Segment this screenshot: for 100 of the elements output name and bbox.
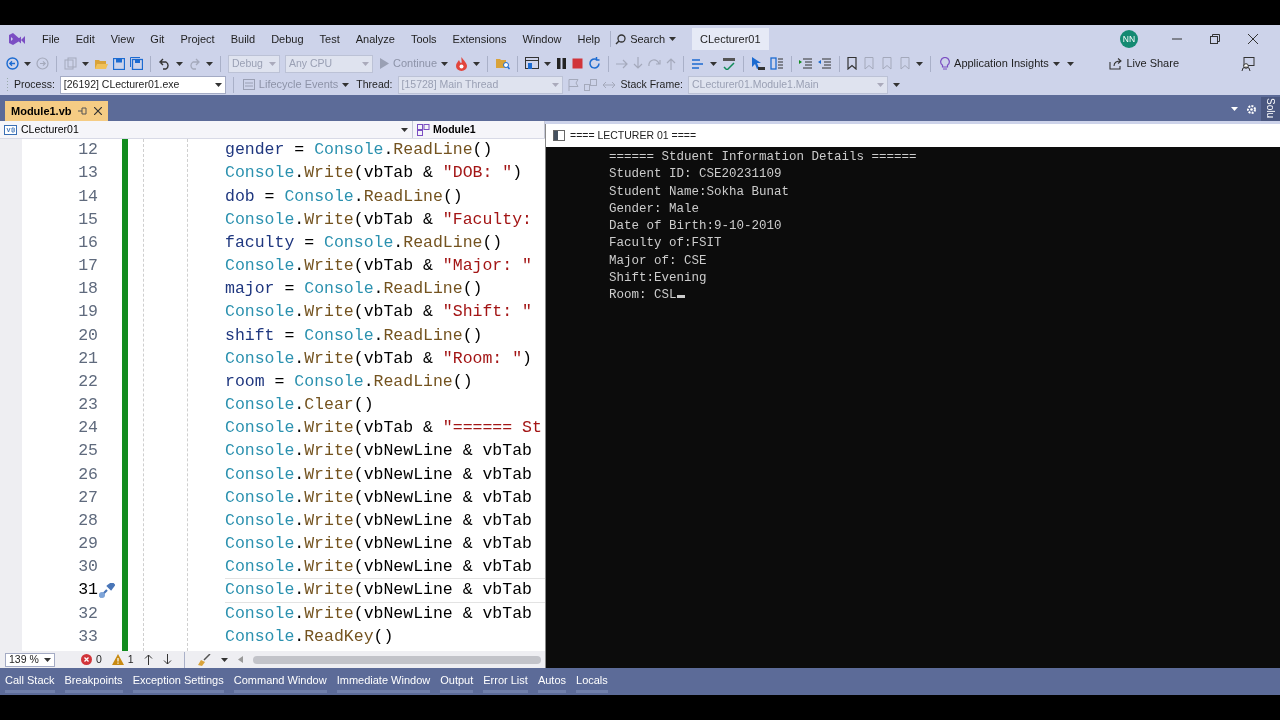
outdent-icon[interactable] bbox=[818, 57, 833, 70]
gear-icon[interactable] bbox=[1246, 103, 1257, 115]
application-insights-button[interactable]: Application Insights bbox=[938, 55, 1062, 72]
code-line: Console.Write(vbTab & "Major: " bbox=[225, 255, 533, 278]
menu-item[interactable]: File bbox=[34, 28, 68, 50]
tool-window-tab[interactable]: Autos bbox=[537, 670, 566, 693]
caret-icon[interactable] bbox=[206, 61, 213, 66]
side-panel-tab[interactable]: Solu bbox=[1261, 97, 1280, 121]
line-number: 13 bbox=[77, 162, 98, 185]
caret-icon[interactable] bbox=[1231, 107, 1238, 111]
menu-item[interactable]: Build bbox=[222, 28, 264, 50]
user-avatar[interactable]: NN bbox=[1120, 30, 1138, 48]
line-number: 20 bbox=[77, 324, 98, 347]
flame-icon[interactable] bbox=[455, 56, 469, 71]
console-line: Room: CSL bbox=[609, 287, 1280, 305]
code-line: Console.Write(vbTab & "Shift: " bbox=[225, 301, 533, 324]
close-icon[interactable] bbox=[93, 107, 102, 115]
line-number: 30 bbox=[77, 556, 98, 579]
solution-title: CLecturer01 bbox=[692, 27, 769, 51]
line-number: 22 bbox=[77, 370, 98, 393]
caret-icon[interactable] bbox=[544, 61, 552, 66]
caret-icon[interactable] bbox=[916, 61, 924, 66]
caret-icon[interactable] bbox=[473, 61, 481, 66]
folder-search-icon[interactable] bbox=[495, 57, 511, 70]
menu-item[interactable]: Tools bbox=[402, 28, 445, 50]
tool-window-tab[interactable]: Command Window bbox=[233, 670, 327, 693]
process-dropdown[interactable]: [26192] CLecturer01.exe bbox=[59, 75, 226, 94]
code-line: Console.Write(vbNewLine & vbTab bbox=[225, 463, 533, 486]
caret-icon[interactable] bbox=[176, 61, 183, 66]
caret-icon bbox=[44, 657, 51, 662]
tool-window-tab[interactable]: Exception Settings bbox=[132, 670, 224, 693]
undo-icon[interactable] bbox=[158, 57, 171, 70]
caret-icon[interactable] bbox=[710, 61, 718, 66]
window-icon[interactable] bbox=[525, 57, 540, 70]
save-icon[interactable] bbox=[113, 57, 125, 70]
code-line: Console.Write(vbNewLine & vbTab bbox=[225, 602, 533, 625]
tool-window-tab[interactable]: Output bbox=[440, 670, 474, 693]
tool-window-tab[interactable]: Error List bbox=[483, 670, 528, 693]
restart-icon[interactable] bbox=[588, 57, 602, 70]
brush-icon[interactable] bbox=[196, 653, 211, 666]
line-number: 18 bbox=[77, 278, 98, 301]
spell-check-icon[interactable] bbox=[722, 57, 737, 70]
menu-item[interactable]: Test bbox=[311, 28, 348, 50]
tool-window-tab[interactable]: Call Stack bbox=[5, 670, 55, 693]
menu-item[interactable]: Git bbox=[142, 28, 173, 50]
vb-file-icon bbox=[4, 124, 17, 135]
line-number: 28 bbox=[77, 509, 98, 532]
tool-window-tab[interactable]: Locals bbox=[576, 670, 608, 693]
thread-label: Thread: bbox=[356, 76, 393, 92]
live-share-button[interactable]: Live Share bbox=[1107, 55, 1181, 72]
line-number: 27 bbox=[77, 486, 98, 509]
share-icon bbox=[1109, 57, 1123, 70]
code-line: Console.Write(vbTab & "====== St bbox=[225, 417, 543, 440]
app-logo-icon[interactable] bbox=[8, 31, 26, 47]
console-line: Faculty of:FSIT bbox=[609, 235, 723, 253]
up-arrow-icon[interactable] bbox=[143, 654, 153, 665]
menu-item[interactable]: Project bbox=[172, 28, 223, 50]
caret-icon bbox=[362, 61, 369, 66]
process-label: Process: bbox=[14, 76, 55, 92]
menu-item[interactable]: Debug bbox=[263, 28, 312, 50]
cursor-icon[interactable] bbox=[751, 57, 766, 70]
console-icon bbox=[553, 130, 565, 141]
tool-window-tab[interactable]: Immediate Window bbox=[336, 670, 431, 693]
line-number: 26 bbox=[77, 463, 98, 486]
code-line: Console.Clear() bbox=[225, 394, 375, 417]
line-number: 15 bbox=[77, 208, 98, 231]
document-tab[interactable]: Module1.vb bbox=[5, 101, 108, 121]
down-arrow-icon[interactable] bbox=[162, 654, 172, 665]
caret-icon[interactable] bbox=[24, 61, 31, 66]
save-all-icon[interactable] bbox=[130, 57, 143, 70]
code-line: dob = Console.ReadLine() bbox=[225, 185, 464, 208]
scroll-left-icon[interactable] bbox=[237, 656, 243, 663]
menu-item[interactable]: View bbox=[102, 28, 143, 50]
line-number: 19 bbox=[77, 301, 98, 324]
console-line: Major of: CSE bbox=[609, 252, 708, 270]
screwdriver-icon[interactable] bbox=[98, 582, 115, 599]
pause-icon[interactable] bbox=[556, 58, 568, 69]
grip-icon bbox=[6, 77, 9, 92]
lifecycle-icon bbox=[242, 79, 255, 90]
tool-window-tab[interactable]: Breakpoints bbox=[64, 670, 123, 693]
stop-icon[interactable] bbox=[572, 58, 584, 69]
menu-item[interactable]: Help bbox=[569, 28, 609, 50]
bookmark-icon[interactable] bbox=[847, 57, 858, 70]
code-line: Console.ReadKey() bbox=[225, 625, 395, 648]
menu-item[interactable]: Edit bbox=[67, 28, 103, 50]
horizontal-scrollbar[interactable] bbox=[252, 655, 541, 664]
feedback-icon[interactable] bbox=[1241, 56, 1255, 71]
menu-item[interactable]: Analyze bbox=[347, 28, 403, 50]
menu-item[interactable]: Extensions bbox=[444, 28, 515, 50]
menu-item[interactable]: Window bbox=[514, 28, 570, 50]
caret-icon[interactable] bbox=[82, 61, 89, 66]
back-icon[interactable] bbox=[6, 57, 19, 70]
project-name: CLecturer01 bbox=[21, 121, 79, 137]
caret-icon[interactable] bbox=[220, 657, 228, 662]
search-button[interactable]: Search bbox=[613, 30, 678, 48]
code-line: room = Console.ReadLine() bbox=[225, 370, 474, 393]
zoom-dropdown[interactable]: 139 % bbox=[5, 652, 55, 667]
console-line: Gender: Male bbox=[609, 200, 700, 218]
indent-icon[interactable] bbox=[799, 57, 814, 70]
caret-icon bbox=[214, 82, 222, 87]
